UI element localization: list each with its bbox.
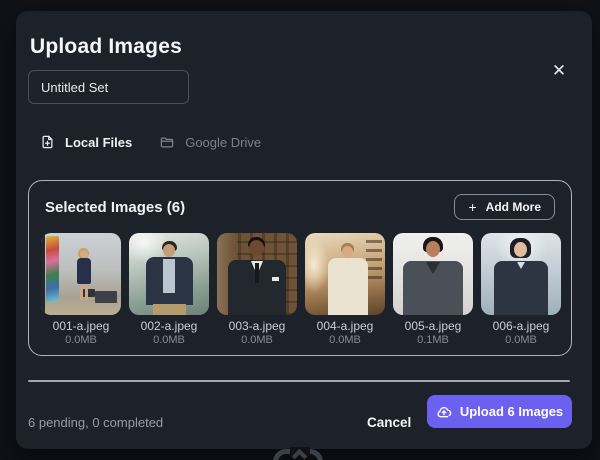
tab-google-drive[interactable]: Google Drive [159, 131, 261, 154]
cloud-upload-icon [436, 404, 452, 420]
file-name: 004-a.jpeg [316, 319, 374, 333]
photo-person-head [249, 240, 264, 256]
image-cell: 006-a.jpeg 0.0MB [481, 233, 561, 347]
selected-images-header: Selected Images (6) [45, 199, 186, 216]
plus-icon: + [468, 199, 477, 215]
photo-person-head [80, 250, 88, 258]
photo-colorful-mural [46, 236, 59, 302]
file-name: 003-a.jpeg [228, 319, 286, 333]
photo-person-shirt [163, 259, 175, 293]
close-icon[interactable]: ✕ [546, 57, 572, 83]
folder-icon [159, 135, 175, 150]
file-size: 0.1MB [417, 334, 449, 346]
image-thumbnail-002[interactable] [129, 233, 209, 315]
file-size: 0.0MB [65, 334, 97, 346]
image-thumbnail-005[interactable] [393, 233, 473, 315]
photo-window-light [305, 237, 329, 293]
source-tabs: Local Files Google Drive [40, 130, 261, 154]
thumbnail-grid: 001-a.jpeg 0.0MB 002-a.jpeg 0.0MB 003-a.… [41, 233, 561, 347]
upload-status-text: 6 pending, 0 completed [28, 415, 164, 430]
photo-person-head [342, 246, 353, 258]
image-thumbnail-006[interactable] [481, 233, 561, 315]
photo-person-body [328, 258, 368, 315]
file-name: 002-a.jpeg [140, 319, 198, 333]
photo-person-tie [255, 263, 259, 283]
photo-edge [41, 233, 45, 315]
file-plus-icon [40, 134, 55, 150]
tab-local-files-label: Local Files [65, 134, 133, 150]
photo-person-head [163, 244, 175, 257]
file-size: 0.0MB [241, 334, 273, 346]
image-cell: 004-a.jpeg 0.0MB [305, 233, 385, 347]
tab-google-drive-label: Google Drive [185, 134, 262, 150]
upload-images-dialog: Upload Images ✕ Local Files Google Drive [16, 11, 592, 449]
photo-person-head [514, 242, 527, 257]
tab-local-files[interactable]: Local Files [40, 130, 132, 154]
image-thumbnail-004[interactable] [305, 233, 385, 315]
footer-divider [28, 380, 570, 382]
image-cell: 003-a.jpeg 0.0MB [217, 233, 297, 347]
photo-person-body [494, 261, 548, 315]
background-logo-partial [268, 447, 332, 460]
add-more-label: Add More [485, 200, 541, 214]
cancel-button[interactable]: Cancel [357, 407, 421, 437]
upload-button-label: Upload 6 Images [459, 404, 564, 419]
image-cell: 001-a.jpeg 0.0MB [41, 233, 121, 347]
image-thumbnail-001[interactable] [41, 233, 121, 315]
image-thumbnail-003[interactable] [217, 233, 297, 315]
photo-desk [95, 291, 117, 303]
file-name: 001-a.jpeg [52, 319, 110, 333]
file-size: 0.0MB [153, 334, 185, 346]
dialog-title: Upload Images [30, 35, 182, 58]
selected-images-panel: Selected Images (6) + Add More 001-a.jpe… [28, 180, 572, 356]
photo-shelf [366, 239, 382, 279]
photo-person-body [77, 258, 91, 284]
image-cell: 002-a.jpeg 0.0MB [129, 233, 209, 347]
photo-person-pants [153, 304, 186, 315]
set-name-input[interactable] [28, 70, 189, 104]
photo-person-head [426, 241, 440, 257]
file-name: 005-a.jpeg [404, 319, 462, 333]
add-more-button[interactable]: + Add More [454, 194, 555, 220]
photo-person-legs [80, 284, 88, 300]
file-name: 006-a.jpeg [492, 319, 550, 333]
upload-button[interactable]: Upload 6 Images [427, 395, 572, 428]
image-cell: 005-a.jpeg 0.1MB [393, 233, 473, 347]
photo-pocket-square [272, 277, 279, 281]
file-size: 0.0MB [505, 334, 537, 346]
file-size: 0.0MB [329, 334, 361, 346]
